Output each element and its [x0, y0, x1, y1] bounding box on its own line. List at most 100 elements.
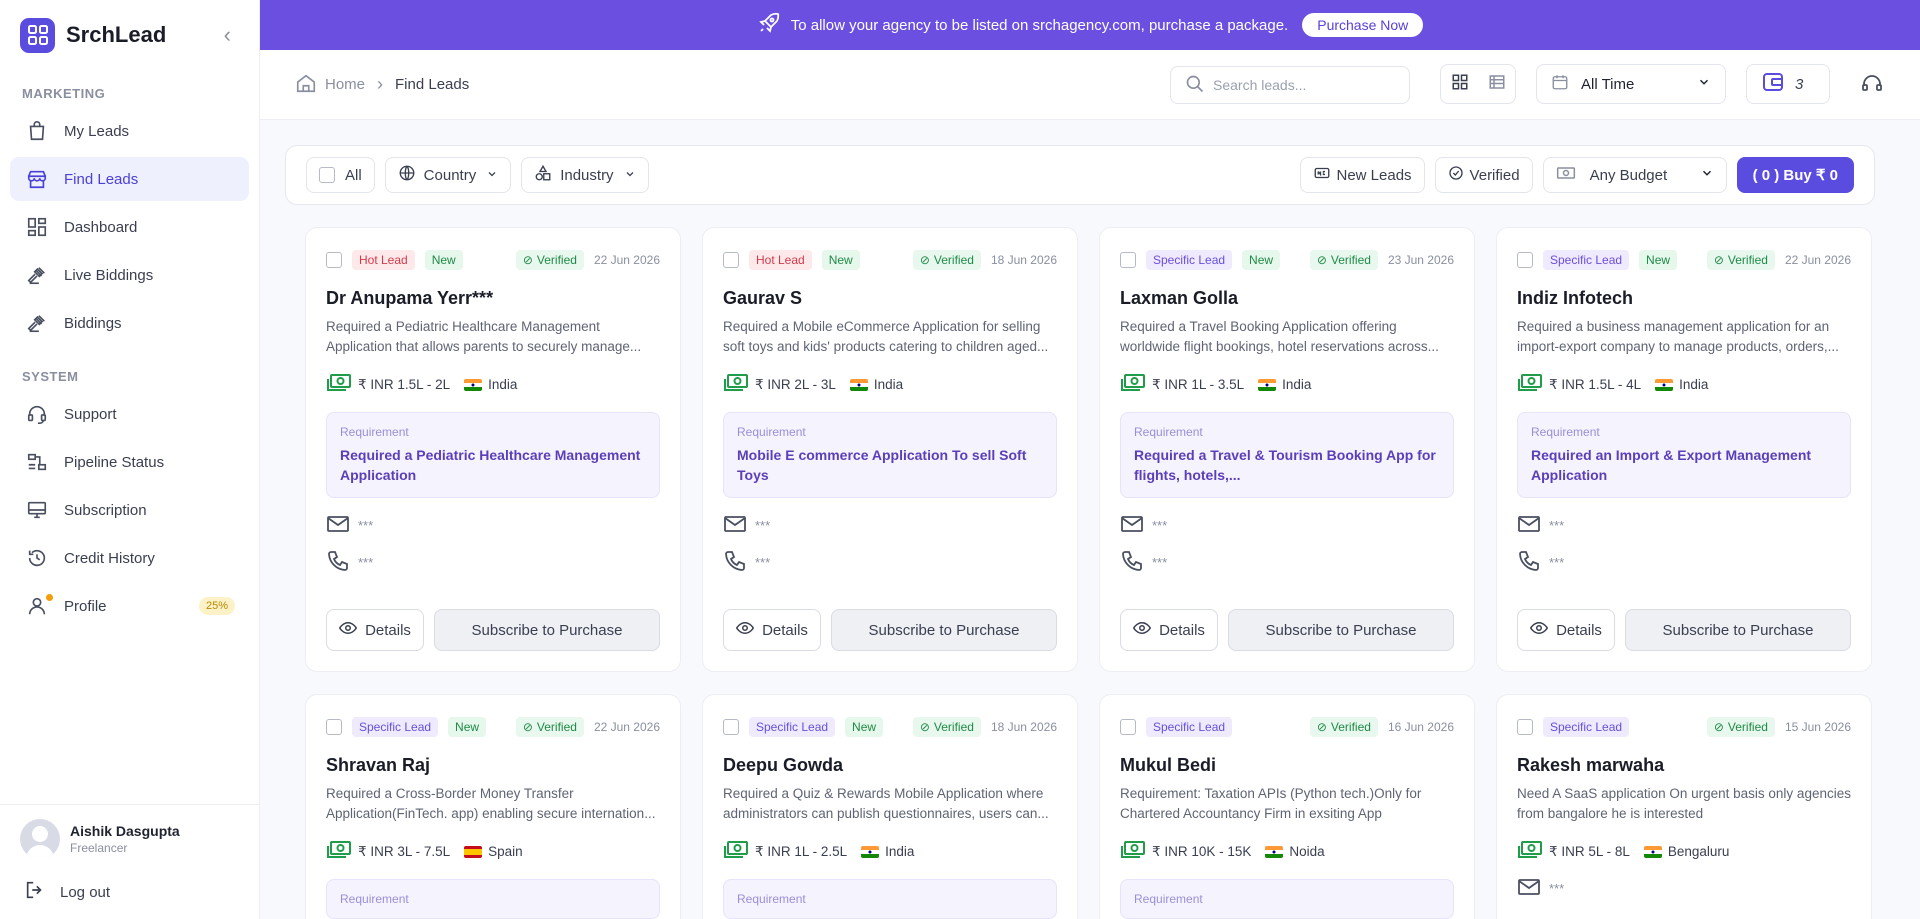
verified-badge: ⊘ Verified	[515, 250, 584, 270]
new-badge: New	[1242, 250, 1281, 270]
logo-icon	[20, 17, 55, 53]
grid-view-icon[interactable]	[1451, 73, 1469, 96]
avatar	[20, 819, 60, 859]
filter-bar-right: New Leads Verified Any Budget ( 0 ) Buy …	[1299, 157, 1854, 193]
lead-description: Need A SaaS application On urgent basis …	[1517, 786, 1851, 821]
sidebar-item-find-leads[interactable]: Find Leads	[10, 157, 249, 201]
lead-meta: ₹ INR 3L - 7.5L Spain	[326, 840, 660, 863]
lead-date: 22 Jun 2026	[593, 253, 660, 267]
lead-name: Laxman Golla	[1120, 288, 1239, 308]
verified-icon: ⊘	[1713, 253, 1724, 267]
sidebar-item-my-leads[interactable]: My Leads	[10, 109, 249, 153]
verified-filter[interactable]: Verified	[1434, 157, 1533, 193]
breadcrumb-home[interactable]: Home	[325, 76, 365, 93]
requirement-label: Requirement	[1531, 425, 1600, 439]
headset-icon[interactable]	[1860, 72, 1884, 101]
collapse-sidebar-icon[interactable]: ‹	[224, 22, 231, 48]
sidebar-item-subscription[interactable]: Subscription	[10, 488, 249, 532]
mail-icon	[723, 514, 755, 537]
verified-badge: ⊘ Verified	[912, 250, 981, 270]
lead-checkbox[interactable]	[723, 252, 739, 268]
lead-type-badge: Hot Lead	[352, 250, 415, 270]
lead-checkbox[interactable]	[1120, 719, 1136, 735]
lead-description: Requirement: Taxation APIs (Python tech.…	[1120, 786, 1422, 821]
card-tags: Hot Lead New ⊘ Verified 22 Jun 2026	[326, 250, 660, 270]
new-badge: New	[845, 717, 884, 737]
lead-meta: ₹ INR 1.5L - 2L India	[326, 373, 660, 396]
details-button[interactable]: Details	[326, 609, 424, 651]
details-label: Details	[365, 621, 411, 639]
budget-filter[interactable]: Any Budget	[1542, 157, 1727, 193]
lead-date: 15 Jun 2026	[1784, 720, 1851, 734]
budget-filter-label: Any Budget	[1589, 166, 1668, 184]
details-button[interactable]: Details	[1517, 609, 1615, 651]
rocket-icon	[757, 11, 781, 39]
lead-checkbox[interactable]	[1517, 719, 1533, 735]
lead-checkbox[interactable]	[326, 719, 342, 735]
logout-label: Log out	[60, 883, 111, 901]
nav-section-marketing: MARKETING	[22, 86, 106, 101]
new-badge: New	[424, 250, 463, 270]
sidebar-item-live-biddings[interactable]: Live Biddings	[10, 253, 249, 297]
lead-description: Required a Cross-Border Money Transfer A…	[326, 786, 656, 821]
lead-phone: ***	[1120, 549, 1454, 576]
lead-checkbox[interactable]	[326, 252, 342, 268]
user-name: Aishik Dasgupta	[70, 823, 180, 839]
subscribe-to-purchase-button[interactable]: Subscribe to Purchase	[434, 609, 660, 651]
sidebar-item-pipeline-status[interactable]: Pipeline Status	[10, 440, 249, 484]
lead-card: Specific Lead New ⊘ Verified 22 Jun 2026 …	[1496, 227, 1872, 672]
eye-icon	[1529, 621, 1549, 639]
country-filter[interactable]: Country	[384, 157, 512, 193]
details-button[interactable]: Details	[723, 609, 821, 651]
select-all-checkbox[interactable]: All	[306, 157, 375, 193]
lead-date: 18 Jun 2026	[990, 720, 1057, 734]
sidebar-item-support[interactable]: Support	[10, 392, 249, 436]
verified-icon: ⊘	[1316, 253, 1327, 267]
search-box[interactable]: Search leads...	[1170, 66, 1410, 104]
date-filter-select[interactable]: All Time	[1536, 64, 1726, 104]
home-icon[interactable]	[295, 72, 317, 98]
sidebar-item-dashboard[interactable]: Dashboard	[10, 205, 249, 249]
wallet-button[interactable]: 3	[1746, 64, 1830, 104]
sidebar-item-profile[interactable]: Profile 25%	[10, 584, 249, 628]
logout-button[interactable]: Log out	[20, 879, 240, 905]
sidebar-item-biddings[interactable]: Biddings	[10, 301, 249, 345]
lead-checkbox[interactable]	[1120, 252, 1136, 268]
mail-icon	[1517, 514, 1549, 537]
user-card[interactable]: Aishik Dasgupta Freelancer	[20, 819, 240, 859]
lead-date: 18 Jun 2026	[990, 253, 1057, 267]
lead-type-badge: Specific Lead	[1146, 250, 1233, 270]
eye-icon	[735, 621, 755, 639]
new-leads-filter[interactable]: New Leads	[1299, 157, 1425, 193]
details-button[interactable]: Details	[1120, 609, 1218, 651]
lead-checkbox[interactable]	[723, 719, 739, 735]
india-flag-icon	[1643, 845, 1662, 858]
chevron-right-icon: ›	[377, 74, 384, 94]
search-icon	[1185, 74, 1205, 97]
logo[interactable]: SrchLead ‹	[0, 0, 259, 70]
new-badge: New	[821, 250, 860, 270]
verified-label: Verified	[1469, 166, 1520, 184]
subscribe-to-purchase-button[interactable]: Subscribe to Purchase	[1625, 609, 1851, 651]
money-icon	[1120, 373, 1146, 396]
purchase-now-button[interactable]: Purchase Now	[1302, 13, 1424, 37]
phone-icon	[326, 549, 358, 576]
buy-button[interactable]: ( 0 ) Buy ₹ 0	[1736, 157, 1854, 193]
list-view-icon[interactable]	[1488, 73, 1506, 96]
lead-budget: ₹ INR 2L - 3L	[755, 376, 836, 392]
industry-filter[interactable]: Industry	[521, 157, 649, 193]
details-label: Details	[1556, 621, 1602, 639]
sidebar-item-label: Biddings	[64, 314, 122, 332]
lead-checkbox[interactable]	[1517, 252, 1533, 268]
sidebar-item-credit-history[interactable]: Credit History	[10, 536, 249, 580]
lead-location: Bengaluru	[1667, 844, 1730, 859]
requirement-box: Requirement	[1120, 879, 1454, 919]
money-icon	[1120, 840, 1146, 863]
monitor-icon	[24, 497, 50, 523]
subscribe-to-purchase-button[interactable]: Subscribe to Purchase	[831, 609, 1057, 651]
search-input[interactable]: Search leads...	[1213, 77, 1306, 93]
subscribe-to-purchase-button[interactable]: Subscribe to Purchase	[1228, 609, 1454, 651]
lead-email: ***	[723, 514, 1057, 537]
lead-description: Required a Mobile eCommerce Application …	[723, 319, 1049, 354]
details-label: Details	[1159, 621, 1205, 639]
